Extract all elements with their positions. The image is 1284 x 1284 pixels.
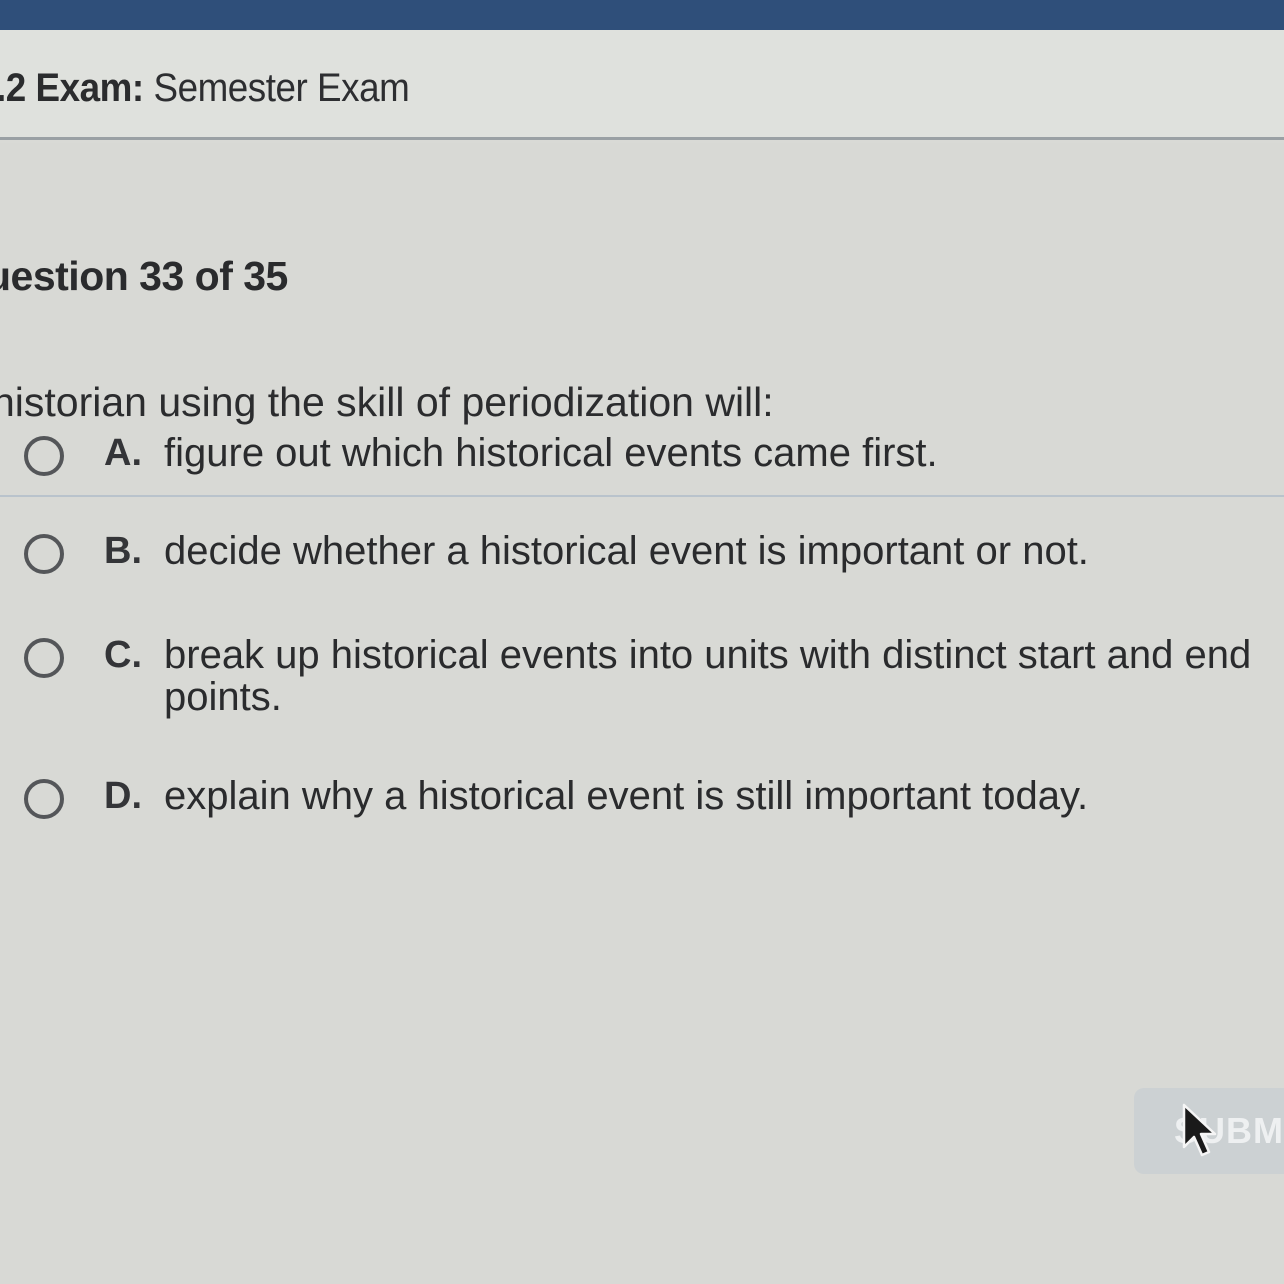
choice-letter: A. (104, 432, 142, 474)
choice-letter: B. (104, 530, 142, 572)
choice-text: decide whether a historical event is imp… (164, 529, 1089, 573)
question-counter: uestion 33 of 35 (0, 253, 288, 299)
browser-top-strip (0, 0, 1284, 30)
choice-letter: D. (104, 775, 142, 817)
question-panel: uestion 33 of 35 historian using the ski… (0, 143, 1284, 1284)
radio-button-b[interactable] (24, 534, 64, 574)
exam-name: Semester Exam (153, 66, 410, 110)
exam-number: .2 (0, 66, 26, 110)
choice-c[interactable]: C. break up historical events into units… (24, 634, 1284, 718)
question-prompt: historian using the skill of periodizati… (0, 379, 774, 425)
choice-text: explain why a historical event is still … (164, 774, 1089, 818)
divider (0, 495, 1284, 497)
choice-text: figure out which historical events came … (164, 431, 938, 475)
choice-text: break up historical events into units wi… (164, 633, 1252, 719)
exam-header: .2 Exam: Semester Exam (0, 30, 1284, 140)
radio-button-d[interactable] (24, 779, 64, 819)
exam-label: Exam: (35, 66, 145, 110)
mouse-cursor-icon (1182, 1103, 1217, 1157)
choice-a[interactable]: A. figure out which historical events ca… (24, 432, 1284, 476)
radio-button-c[interactable] (24, 638, 64, 678)
choice-letter: C. (104, 634, 142, 676)
exam-title: .2 Exam: Semester Exam (0, 66, 410, 111)
radio-button-a[interactable] (24, 436, 64, 476)
choice-b[interactable]: B. decide whether a historical event is … (24, 530, 1284, 574)
choice-d[interactable]: D. explain why a historical event is sti… (24, 775, 1284, 819)
